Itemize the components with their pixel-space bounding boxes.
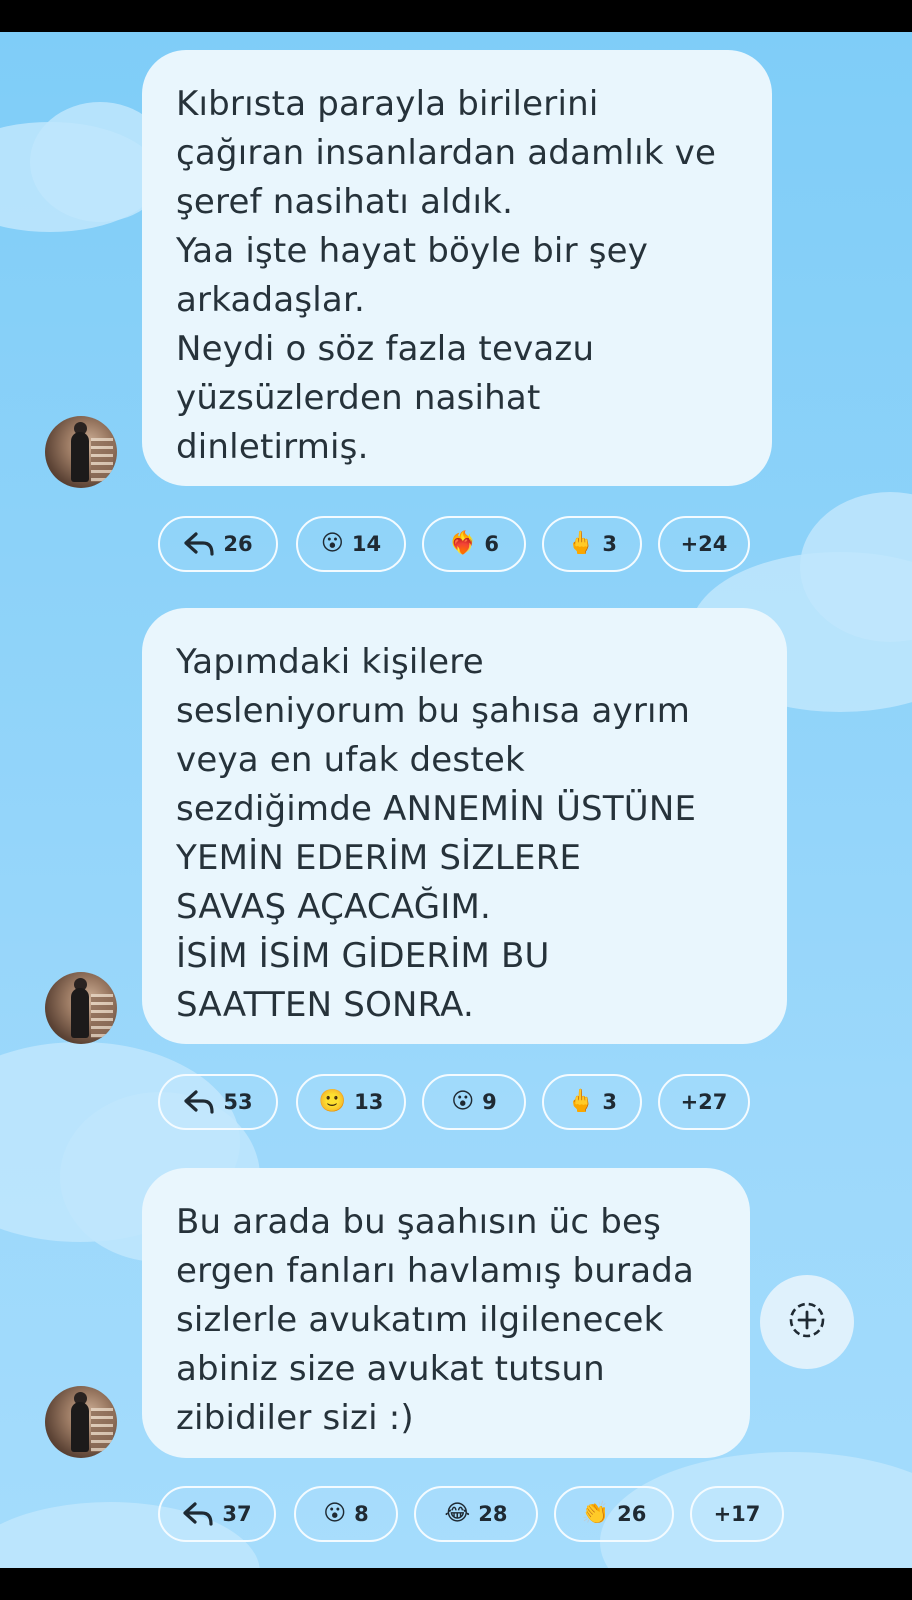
message-bubble[interactable]: Bu arada bu şaahısın üc beş ergen fanlar…	[142, 1168, 750, 1458]
reply-count-button[interactable]: 53	[158, 1074, 278, 1130]
reaction-chip[interactable]: 😮 8	[294, 1486, 398, 1542]
reaction-count: 9	[482, 1090, 497, 1114]
heart-on-fire-icon: ❤️‍🔥	[448, 531, 477, 556]
message-bubble[interactable]: Yapımdaki kişilere sesleniyorum bu şahıs…	[142, 608, 787, 1044]
middle-finger-icon: 🖕	[566, 1089, 595, 1114]
surprised-face-icon: 😮	[451, 1089, 475, 1114]
reaction-chip[interactable]: ❤️‍🔥 6	[422, 516, 526, 572]
middle-finger-icon: 🖕	[566, 531, 595, 556]
avatar[interactable]	[45, 972, 117, 1044]
reaction-count: 28	[478, 1502, 508, 1526]
add-reaction-icon	[787, 1300, 827, 1344]
message-bubble[interactable]: Kıbrısta parayla birilerini çağıran insa…	[142, 50, 772, 486]
reaction-count: 14	[351, 532, 382, 556]
reaction-chip[interactable]: 😮 14	[296, 516, 406, 572]
reaction-chip[interactable]: 🙂 13	[296, 1074, 406, 1130]
reaction-count: 26	[617, 1502, 647, 1526]
reaction-chip[interactable]: 😮 9	[422, 1074, 526, 1130]
reply-arrow-icon	[182, 1501, 214, 1527]
reaction-chip[interactable]: 🖕 3	[542, 1074, 642, 1130]
reaction-count: 8	[354, 1502, 369, 1526]
clapping-hands-icon: 👏	[581, 1501, 610, 1526]
avatar[interactable]	[45, 416, 117, 488]
chat-screen: Kıbrısta parayla birilerini çağıran insa…	[0, 32, 912, 1568]
reply-count: 53	[223, 1090, 253, 1114]
more-reactions-count: +17	[713, 1502, 761, 1526]
reply-count: 37	[222, 1502, 252, 1526]
more-reactions-chip[interactable]: +24	[658, 516, 750, 572]
reaction-count: 3	[602, 1090, 618, 1114]
reaction-count: 13	[354, 1090, 384, 1114]
more-reactions-count: +27	[680, 1090, 728, 1114]
reaction-chip[interactable]: 😂 28	[414, 1486, 538, 1542]
reply-arrow-icon	[183, 531, 215, 557]
tears-of-joy-icon: 😂	[444, 1501, 471, 1526]
more-reactions-count: +24	[680, 532, 728, 556]
reaction-chip[interactable]: 👏 26	[554, 1486, 674, 1542]
reaction-count: 3	[602, 532, 618, 556]
reply-count-button[interactable]: 37	[158, 1486, 276, 1542]
reaction-count: 6	[484, 532, 500, 556]
more-reactions-chip[interactable]: +17	[690, 1486, 784, 1542]
reply-count: 26	[223, 532, 253, 556]
surprised-face-icon: 😮	[320, 531, 344, 556]
reply-count-button[interactable]: 26	[158, 516, 278, 572]
slightly-smiling-face-icon: 🙂	[318, 1089, 347, 1114]
reaction-chip[interactable]: 🖕 3	[542, 516, 642, 572]
avatar[interactable]	[45, 1386, 117, 1458]
surprised-face-icon: 😮	[323, 1501, 347, 1526]
add-reaction-button[interactable]	[760, 1275, 854, 1369]
reply-arrow-icon	[183, 1089, 215, 1115]
more-reactions-chip[interactable]: +27	[658, 1074, 750, 1130]
